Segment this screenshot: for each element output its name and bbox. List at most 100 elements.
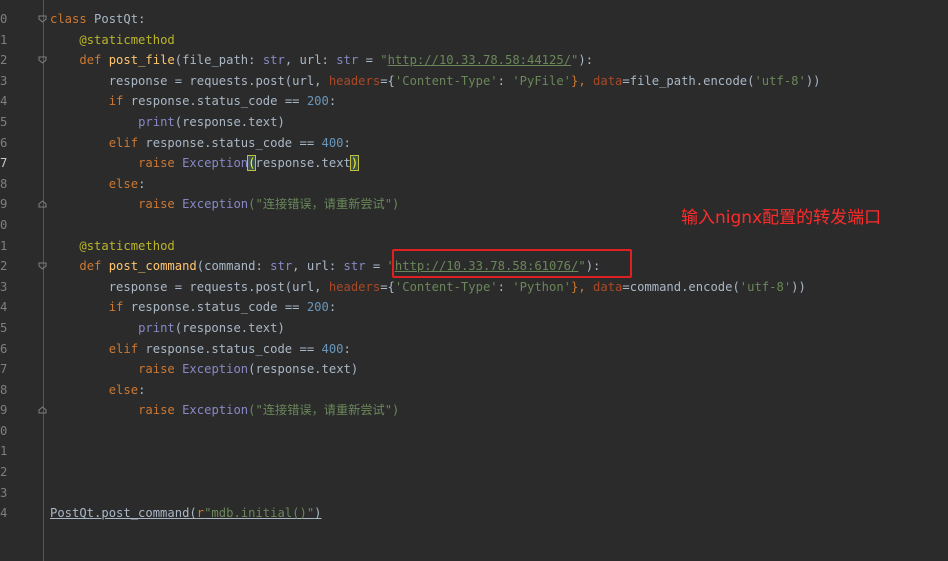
code-text: =file_path.encode(	[622, 73, 755, 88]
operator: =	[358, 53, 381, 68]
code-text: PostQt.post_command(	[50, 506, 197, 521]
exception-class: Exception	[182, 156, 249, 171]
keyword: if	[108, 300, 124, 315]
punctuation: ={	[380, 279, 395, 294]
code-line[interactable]: 7 raise Exception(response.text)	[0, 359, 948, 380]
code-line[interactable]: 8 else:	[0, 380, 948, 401]
keyword: raise	[138, 156, 175, 171]
keyword: def	[79, 259, 102, 274]
keyword: raise	[138, 362, 175, 377]
code-text: response = requests.post(url,	[108, 279, 329, 294]
punctuation: ):	[578, 53, 594, 68]
line-number: 2	[0, 259, 8, 274]
keyword: if	[108, 94, 124, 109]
keyword-argument: headers	[328, 279, 381, 294]
line-number: 7	[0, 156, 8, 171]
exception-class: Exception	[182, 362, 249, 377]
code-editor[interactable]: 0 class PostQt: 1 @staticmethod 2 def po…	[0, 0, 948, 561]
string: 'PyFile'	[512, 73, 572, 88]
code-text: (response.text)	[248, 362, 359, 377]
line-number: 3	[0, 485, 8, 500]
code-line[interactable]: 9 raise Exception("连接错误，请重新尝试")	[0, 400, 948, 421]
code-line[interactable]: 2 def post_file(file_path: str, url: str…	[0, 50, 948, 71]
keyword: elif	[108, 135, 139, 150]
type-hint: str	[343, 259, 366, 274]
line-number: 0	[0, 423, 8, 438]
code-line[interactable]: 4 PostQt.post_command(r"mdb.initial()")	[0, 503, 948, 524]
keyword: raise	[138, 197, 175, 212]
string: ("连接错误，请重新尝试")	[248, 197, 400, 212]
punctuation: :	[497, 73, 513, 88]
punctuation: ))	[791, 279, 806, 294]
code-line[interactable]: 1	[0, 441, 948, 462]
exception-class: Exception	[182, 403, 249, 418]
code-line[interactable]: 6 elif response.status_code == 400:	[0, 339, 948, 360]
line-number: 8	[0, 176, 8, 191]
punctuation: :	[138, 12, 146, 26]
string-prefix: r	[196, 506, 205, 521]
punctuation: :	[138, 382, 146, 397]
keyword: raise	[138, 403, 175, 418]
code-line[interactable]: 7 raise Exception(response.text)	[0, 153, 948, 174]
code-line[interactable]: 5 print(response.text)	[0, 112, 948, 133]
code-line[interactable]: 3	[0, 483, 948, 504]
string: 'Content-Type'	[394, 73, 498, 88]
code-line[interactable]: 3 response = requests.post(url, headers=…	[0, 71, 948, 92]
line-number: 9	[0, 197, 8, 212]
line-number: 5	[0, 114, 8, 129]
builtin-function: print	[138, 320, 175, 335]
code-text: response = requests.post(url,	[108, 73, 329, 88]
params: , url:	[284, 53, 337, 68]
line-number: 1	[0, 444, 8, 459]
string: "mdb.initial()"	[204, 506, 315, 521]
fold-marker-icon[interactable]	[38, 56, 47, 64]
code-text: response.status_code ==	[138, 341, 322, 356]
code-line[interactable]: 4 if response.status_code == 200:	[0, 297, 948, 318]
punctuation: },	[571, 73, 594, 88]
line-number: 3	[0, 279, 8, 294]
string: 'Content-Type'	[394, 279, 498, 294]
code-line[interactable]: 4 if response.status_code == 200:	[0, 91, 948, 112]
code-line[interactable]: 3 response = requests.post(url, headers=…	[0, 277, 948, 298]
decorator: @staticmethod	[79, 238, 175, 253]
annotation-text: 输入nignx配置的转发端口	[681, 208, 882, 228]
punctuation: :	[497, 279, 513, 294]
type-hint: str	[270, 259, 293, 274]
function-name: post_command	[108, 259, 197, 274]
punctuation: ={	[380, 73, 395, 88]
code-line[interactable]: 1 @staticmethod	[0, 30, 948, 51]
code-line[interactable]: 6 elif response.status_code == 400:	[0, 133, 948, 154]
punctuation: :	[328, 94, 337, 109]
string: 'utf-8'	[739, 279, 792, 294]
line-number: 9	[0, 403, 8, 418]
fold-end-marker-icon[interactable]	[38, 200, 47, 208]
type-hint: str	[262, 53, 285, 68]
code-line[interactable]: 8 else:	[0, 174, 948, 195]
class-name: PostQt	[94, 12, 139, 26]
code-line[interactable]: 0 class PostQt:	[0, 9, 948, 30]
punctuation: )	[314, 506, 322, 521]
line-number: 0	[0, 217, 8, 232]
keyword-argument: data	[593, 73, 623, 88]
code-text: (response.text)	[174, 320, 285, 335]
code-line[interactable]: 0	[0, 421, 948, 442]
fold-marker-icon[interactable]	[38, 262, 47, 270]
keyword: def	[79, 53, 102, 68]
params: (file_path:	[174, 53, 263, 68]
line-number: 4	[0, 300, 8, 315]
number: 200	[306, 300, 329, 315]
url-link[interactable]: http://10.33.78.58:44125/	[388, 53, 571, 67]
punctuation: :	[343, 135, 351, 150]
fold-marker-icon[interactable]	[38, 15, 47, 23]
line-number: 3	[0, 73, 8, 88]
fold-end-marker-icon[interactable]	[38, 406, 47, 414]
line-number: 7	[0, 362, 8, 377]
code-text: response.text	[255, 156, 351, 171]
text-caret	[358, 156, 360, 172]
decorator: @staticmethod	[79, 32, 175, 47]
code-line[interactable]: 2	[0, 462, 948, 483]
number: 200	[306, 94, 329, 109]
line-number: 0	[0, 12, 8, 26]
code-line[interactable]: 5 print(response.text)	[0, 318, 948, 339]
string: 'Python'	[512, 279, 572, 294]
